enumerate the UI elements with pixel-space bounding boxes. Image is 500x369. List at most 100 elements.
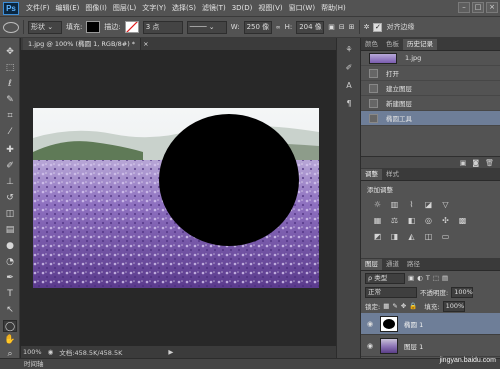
menu-edit[interactable]: 编辑(E) [53, 3, 83, 13]
lock-image-icon[interactable]: ✎ [392, 302, 397, 310]
exposure-icon[interactable]: ◪ [422, 199, 435, 211]
menu-layer[interactable]: 图层(L) [110, 3, 139, 13]
vibrance-icon[interactable]: ▽ [439, 199, 452, 211]
lock-position-icon[interactable]: ✥ [401, 302, 406, 310]
menu-filter[interactable]: 滤镜(T) [199, 3, 229, 13]
crop-tool-icon[interactable]: ⌗ [3, 110, 17, 122]
lasso-tool-icon[interactable]: ℓ [3, 78, 17, 90]
brush-tool-icon[interactable]: ✐ [3, 160, 17, 172]
path-arrange-icon[interactable]: ⊞ [349, 23, 355, 31]
menu-select[interactable]: 选择(S) [169, 3, 199, 13]
canvas-area[interactable] [21, 50, 336, 346]
black-white-icon[interactable]: ◧ [405, 215, 418, 227]
tab-swatches[interactable]: 色板 [382, 39, 403, 50]
gradient-map-icon[interactable]: ▭ [439, 231, 452, 243]
status-icon[interactable]: ◉ [48, 348, 54, 356]
tab-color[interactable]: 颜色 [361, 39, 382, 50]
path-ops-icon[interactable]: ▣ [328, 23, 335, 31]
blend-mode-select[interactable]: 正常 [365, 286, 417, 298]
stroke-none-swatch[interactable] [124, 21, 139, 33]
color-balance-icon[interactable]: ⚖ [388, 215, 401, 227]
link-icon[interactable]: ∞ [276, 24, 281, 31]
align-edges-checkbox[interactable]: ✓ [373, 22, 383, 32]
hand-tool-icon[interactable]: ✋ [3, 334, 17, 346]
history-step[interactable]: 新建图层 [361, 96, 500, 111]
lock-transparent-icon[interactable]: ▦ [383, 302, 389, 310]
menu-view[interactable]: 视图(V) [255, 3, 285, 13]
layer-filter-select[interactable]: ρ 类型 [365, 272, 405, 284]
eye-icon[interactable]: ◉ [364, 320, 376, 328]
document-tab[interactable]: 1.jpg @ 100% (椭圆 1, RGB/8#) * × [23, 38, 149, 50]
timeline-tab[interactable]: 时间轴 [0, 358, 500, 369]
ellipse-tool-preset-icon[interactable] [3, 21, 19, 33]
move-tool-icon[interactable]: ✥ [3, 46, 17, 58]
width-input[interactable]: 250 像 [243, 20, 272, 34]
height-input[interactable]: 204 像 [296, 20, 325, 34]
marquee-tool-icon[interactable]: ⬚ [3, 62, 17, 74]
color-panel-icon[interactable]: ⚘ [343, 44, 355, 56]
curves-icon[interactable]: ⌇ [405, 199, 418, 211]
posterize-icon[interactable]: ◨ [388, 231, 401, 243]
tool-mode-select[interactable]: 形状 ⌄ [28, 20, 62, 34]
photo-filter-icon[interactable]: ◎ [422, 215, 435, 227]
history-step-selected[interactable]: 椭圆工具 [361, 111, 500, 126]
eyedropper-tool-icon[interactable]: ⁄ [3, 126, 17, 138]
eraser-tool-icon[interactable]: ◫ [3, 208, 17, 220]
document-tab-close-icon[interactable]: × [143, 40, 148, 48]
gear-icon[interactable]: ✲ [364, 23, 370, 31]
levels-icon[interactable]: ▥ [388, 199, 401, 211]
path-selection-tool-icon[interactable]: ↖ [3, 304, 17, 316]
tab-adjustments[interactable]: 调整 [361, 169, 382, 180]
filter-smart-icon[interactable]: ▤ [442, 274, 448, 282]
menu-3d[interactable]: 3D(D) [229, 4, 256, 12]
tab-layers[interactable]: 图层 [361, 259, 382, 270]
tab-channels[interactable]: 通道 [382, 259, 403, 270]
layer-row-ellipse[interactable]: ◉ 椭圆 1 [361, 313, 500, 335]
tab-styles[interactable]: 样式 [382, 169, 403, 180]
filter-type-icon[interactable]: T [426, 274, 430, 282]
fill-color-swatch[interactable] [86, 21, 101, 33]
maximize-button[interactable]: □ [472, 2, 484, 13]
type-tool-icon[interactable]: T [3, 288, 17, 300]
paragraph-panel-icon[interactable]: ¶ [343, 98, 355, 110]
gradient-tool-icon[interactable]: ▤ [3, 224, 17, 236]
ellipse-tool-icon[interactable]: ◯ [3, 320, 17, 332]
menu-image[interactable]: 图像(I) [82, 3, 110, 13]
path-align-icon[interactable]: ⊟ [339, 23, 345, 31]
document-canvas[interactable] [33, 108, 319, 288]
menu-type[interactable]: 文字(Y) [139, 3, 169, 13]
zoom-level[interactable]: 100% [23, 348, 42, 356]
dodge-tool-icon[interactable]: ◔ [3, 256, 17, 268]
filter-shape-icon[interactable]: ⬚ [433, 274, 439, 282]
history-step[interactable]: 打开 [361, 66, 500, 81]
brush-panel-icon[interactable]: ✐ [343, 62, 355, 74]
filter-pixel-icon[interactable]: ▣ [408, 274, 414, 282]
character-panel-icon[interactable]: A [343, 80, 355, 92]
hue-saturation-icon[interactable]: ▦ [371, 215, 384, 227]
close-button[interactable]: × [486, 2, 498, 13]
menu-window[interactable]: 窗口(W) [286, 3, 318, 13]
new-document-from-state-icon[interactable]: ▣ [460, 159, 467, 167]
threshold-icon[interactable]: ◭ [405, 231, 418, 243]
history-snapshot[interactable]: 1.jpg [361, 51, 500, 66]
clone-stamp-tool-icon[interactable]: ⊥ [3, 176, 17, 188]
blur-tool-icon[interactable]: ● [3, 240, 17, 252]
healing-brush-tool-icon[interactable]: ✚ [3, 144, 17, 156]
minimize-button[interactable]: – [458, 2, 470, 13]
status-arrow-icon[interactable]: ▶ [168, 348, 173, 356]
invert-icon[interactable]: ◩ [371, 231, 384, 243]
lock-all-icon[interactable]: 🔒 [409, 302, 417, 310]
color-lookup-icon[interactable]: ▩ [456, 215, 469, 227]
menu-file[interactable]: 文件(F) [23, 3, 53, 13]
layer-row-image[interactable]: ◉ 图层 1 [361, 335, 500, 357]
history-step[interactable]: 建立图层 [361, 81, 500, 96]
opacity-input[interactable]: 100% [451, 286, 474, 298]
fill-input[interactable]: 100% [442, 300, 465, 312]
camera-snapshot-icon[interactable]: ◙ [472, 159, 479, 167]
stroke-type-select[interactable]: ──── ⌄ [186, 20, 227, 34]
menu-help[interactable]: 帮助(H) [318, 3, 349, 13]
tab-paths[interactable]: 路径 [403, 259, 424, 270]
stroke-width-select[interactable]: 3 点 [142, 20, 183, 34]
filter-adjust-icon[interactable]: ◐ [417, 274, 423, 282]
pen-tool-icon[interactable]: ✒ [3, 272, 17, 284]
